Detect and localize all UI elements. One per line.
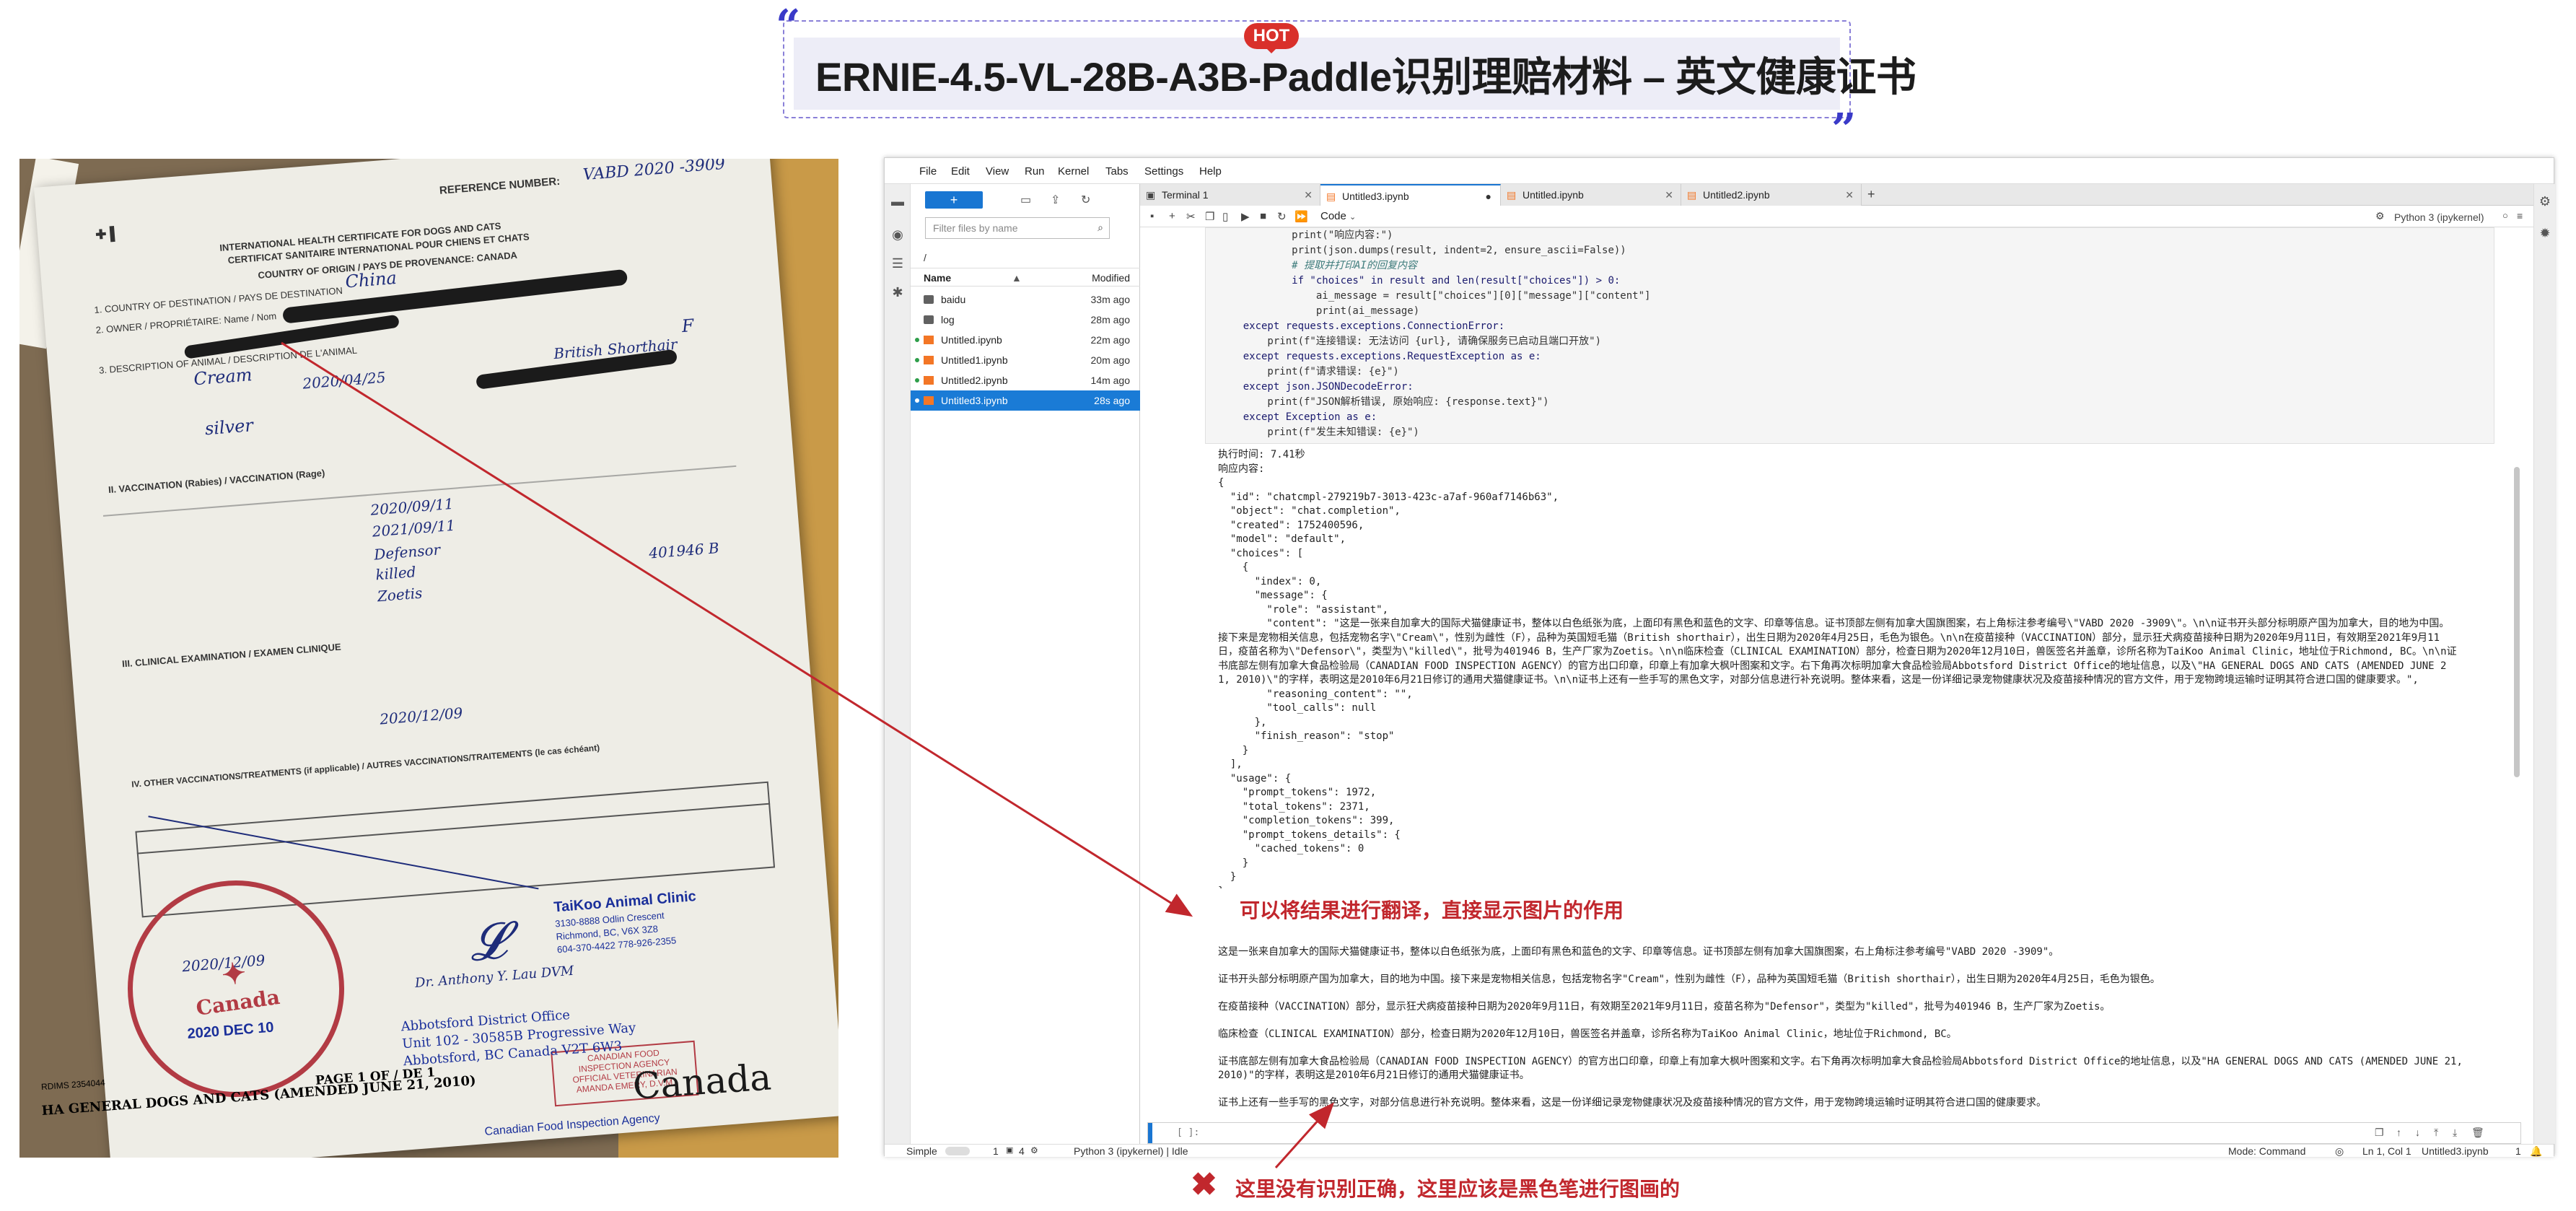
error-arrow xyxy=(1274,1102,1335,1169)
error-note: 这里没有识别正确，这里应该是黑色笔进行图画的 xyxy=(1235,1178,1681,1200)
translate-note: 可以将结果进行翻译，直接显示图片的作用 xyxy=(1240,899,1624,922)
annotation-arrows xyxy=(281,341,1335,1169)
error-x-icon: ✖ xyxy=(1191,1167,1217,1202)
translate-arrow xyxy=(281,341,1193,917)
